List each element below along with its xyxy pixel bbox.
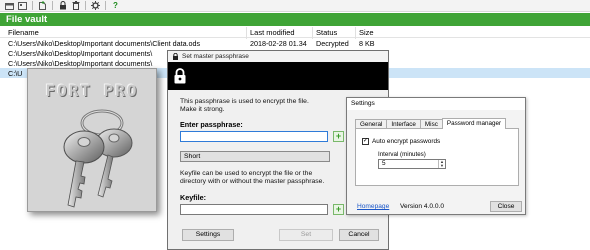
- interval-value: 5: [382, 160, 386, 167]
- toolbar-separator: [32, 1, 33, 10]
- cancel-button[interactable]: Cancel: [339, 229, 379, 241]
- version-text: Version 4.0.0.0: [400, 203, 444, 210]
- passphrase-input[interactable]: [180, 131, 328, 142]
- toolbar-separator: [52, 1, 53, 10]
- table-row[interactable]: C:\Users\Niko\Desktop\Important document…: [0, 38, 590, 48]
- auto-encrypt-label: Auto encrypt passwords: [372, 138, 441, 145]
- auto-encrypt-row[interactable]: ✓ Auto encrypt passwords: [362, 138, 440, 145]
- product-logo-box: FORT PRO: [27, 68, 157, 212]
- open-icon[interactable]: [4, 1, 15, 11]
- add-keyfile-button[interactable]: +: [333, 204, 344, 215]
- toolbar: ?: [0, 0, 590, 12]
- interval-stepper[interactable]: 5 ▲ ▼: [378, 159, 446, 169]
- interval-label: Interval (minutes): [378, 151, 426, 158]
- row-filename: C:\Users\Niko\Desktop\Important document…: [8, 49, 153, 58]
- spin-arrows-icon[interactable]: ▲ ▼: [438, 160, 445, 168]
- settings-button[interactable]: Settings: [182, 229, 234, 241]
- auto-encrypt-checkbox[interactable]: ✓: [362, 138, 369, 145]
- column-divider[interactable]: [355, 27, 356, 39]
- column-divider[interactable]: [312, 27, 313, 39]
- toolbar-separator: [85, 1, 86, 10]
- dialog-titlebar[interactable]: Set master passphrase: [168, 51, 388, 62]
- column-header-filename[interactable]: Filename: [8, 28, 39, 37]
- homepage-link[interactable]: Homepage: [357, 203, 389, 210]
- app-icon: [173, 53, 178, 60]
- keys-icon: [63, 109, 133, 208]
- dialog-banner: [168, 62, 388, 90]
- padlock-icon: [174, 68, 186, 84]
- keyfile-label: Keyfile:: [180, 193, 206, 202]
- delete-icon[interactable]: [70, 1, 81, 11]
- tab-password-manager[interactable]: Password manager: [441, 118, 507, 129]
- toolbar-separator: [105, 1, 106, 10]
- row-filename: C:\Users\Niko\Desktop\Important document…: [8, 59, 153, 68]
- row-filename: C:\Users\Niko\Desktop\Important document…: [8, 39, 201, 48]
- keyfile-info: directory with or without the master pas…: [180, 178, 325, 185]
- vault-title: File vault: [0, 13, 590, 26]
- column-divider[interactable]: [246, 27, 247, 39]
- column-header-size[interactable]: Size: [359, 28, 374, 37]
- add-passphrase-button[interactable]: +: [333, 131, 344, 142]
- dialog-title: Set master passphrase: [182, 53, 249, 60]
- keyfile-input[interactable]: [180, 204, 328, 215]
- logo-text: FORT PRO: [45, 81, 139, 100]
- add-file-icon[interactable]: [37, 1, 48, 11]
- info-text: Make it strong.: [180, 106, 225, 113]
- row-status: Decrypted: [316, 39, 349, 48]
- row-modified: 2018-02-28 01.34: [250, 39, 307, 48]
- lock-icon[interactable]: [57, 1, 68, 11]
- settings-panel: ✓ Auto encrypt passwords Interval (minut…: [355, 128, 519, 186]
- set-button[interactable]: Set: [279, 229, 333, 241]
- new-vault-icon[interactable]: [17, 1, 28, 11]
- close-button[interactable]: Close: [490, 201, 522, 212]
- row-filename: C:\U: [8, 69, 23, 78]
- settings-title[interactable]: Settings: [347, 98, 525, 110]
- column-header-status[interactable]: Status: [316, 28, 337, 37]
- table-header: Filename Last modified Status Size: [0, 27, 590, 38]
- settings-icon[interactable]: [90, 1, 101, 11]
- strength-indicator: Short: [180, 151, 330, 162]
- passphrase-label: Enter passphrase:: [180, 120, 243, 129]
- column-header-modified[interactable]: Last modified: [250, 28, 295, 37]
- help-icon[interactable]: ?: [110, 1, 121, 11]
- settings-dialog: Settings General Interface Misc Password…: [346, 97, 526, 215]
- row-size: 8 KB: [359, 39, 375, 48]
